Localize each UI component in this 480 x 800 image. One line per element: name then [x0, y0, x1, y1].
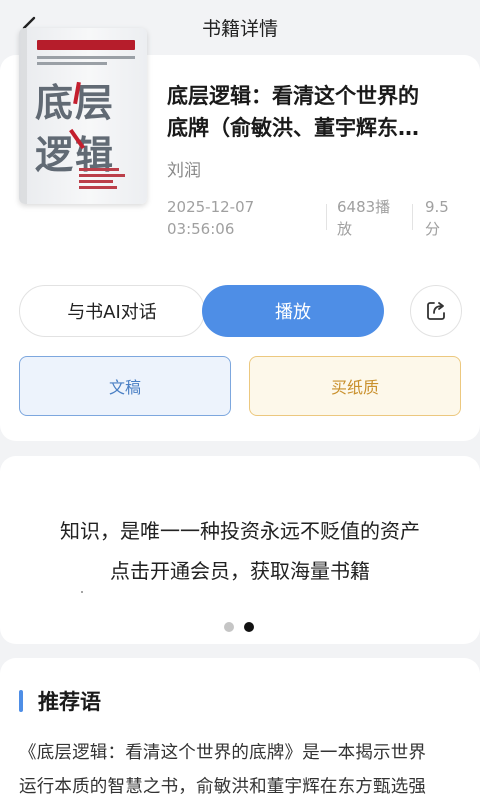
transcript-button[interactable]: 文稿: [19, 356, 231, 416]
play-count: 6483播 放: [337, 196, 397, 240]
meta-divider: [326, 204, 327, 230]
book-title: 底层逻辑：看清这个世界的 底牌（俞敏洪、董宇辉东…: [167, 80, 457, 144]
book-author[interactable]: 刘润: [167, 156, 201, 181]
recommendation-text: 《底层逻辑：看清这个世界的底牌》是一本揭示世界 运行本质的智慧之书，俞敏洪和董宇…: [19, 736, 465, 800]
section-accent-bar: [19, 690, 23, 712]
buy-paper-book-button[interactable]: 买纸质: [249, 356, 461, 416]
cover-top-band: [37, 40, 135, 50]
publish-time: 03:56:06: [167, 220, 235, 238]
play-count-unit: 放: [337, 220, 353, 238]
book-title-line: 底牌（俞敏洪、董宇辉东…: [167, 116, 419, 140]
cover-red-line: [79, 174, 125, 177]
recommendation-heading: 推荐语: [38, 690, 101, 714]
rating-value: 9.5: [425, 198, 449, 216]
publish-datetime: 2025-12-07 03:56:06: [167, 196, 307, 240]
banner-line: 点击开通会员，获取海量书籍: [110, 559, 370, 583]
rating-unit: 分: [425, 220, 441, 238]
recommendation-line: 《底层逻辑：看清这个世界的底牌》是一本揭示世界: [19, 743, 427, 763]
carousel-indicator: [224, 622, 254, 632]
banner-line: 知识，是唯一一种投资永远不贬值的资产: [60, 519, 420, 543]
carousel-dot[interactable]: [224, 622, 234, 632]
play-button[interactable]: 播放: [202, 285, 384, 337]
recommendation-line: 运行本质的智慧之书，俞敏洪和董宇辉在东方甄选强: [19, 777, 427, 797]
meta-divider: [412, 204, 413, 230]
cover-spine: [19, 28, 27, 204]
play-count-value: 6483播: [337, 198, 391, 216]
publish-date: 2025-12-07: [167, 198, 255, 216]
ai-chat-button[interactable]: 与书AI对话: [19, 285, 205, 337]
banner-decoration: [81, 591, 83, 593]
cover-red-line: [79, 186, 117, 189]
cover-subtitle-line: [37, 56, 135, 59]
share-icon: [427, 302, 445, 320]
membership-banner[interactable]: 知识，是唯一一种投资永远不贬值的资产 点击开通会员，获取海量书籍: [0, 456, 480, 644]
cover-subtitle-line: [37, 62, 107, 65]
book-title-line: 底层逻辑：看清这个世界的: [167, 84, 419, 108]
cover-red-line: [79, 180, 113, 183]
cover-red-line: [79, 168, 119, 171]
banner-text: 知识，是唯一一种投资永远不贬值的资产 点击开通会员，获取海量书籍: [0, 511, 480, 591]
share-button[interactable]: [410, 285, 462, 337]
carousel-dot-active[interactable]: [244, 622, 254, 632]
book-cover[interactable]: 底层 逻辑: [19, 28, 147, 204]
rating-score: 9.5 分: [425, 196, 461, 240]
